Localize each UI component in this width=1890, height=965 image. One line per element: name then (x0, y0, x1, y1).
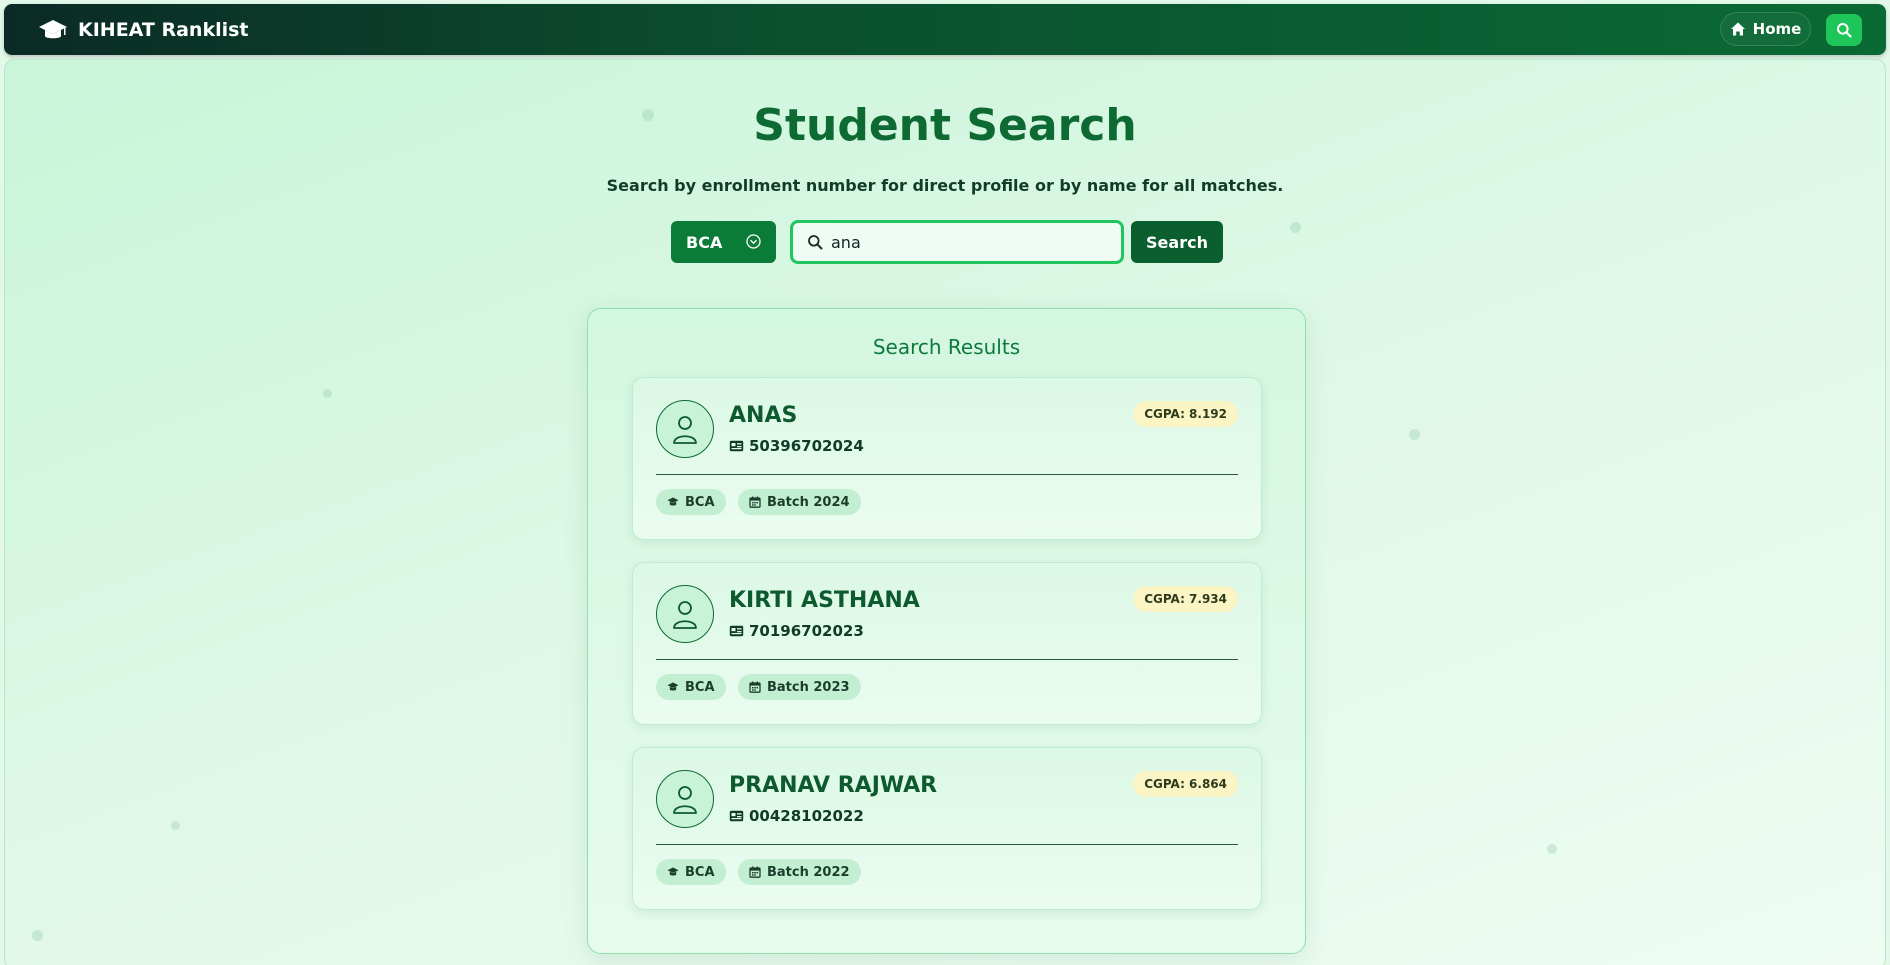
enrollment-value: 70196702023 (749, 622, 864, 640)
graduation-cap-icon (667, 497, 679, 506)
top-navbar: KIHEAT Ranklist Home (4, 4, 1886, 55)
graduation-cap-icon (39, 20, 67, 39)
course-tag: BCA (656, 489, 726, 515)
search-input[interactable] (831, 232, 1091, 252)
search-icon (808, 235, 823, 250)
cgpa-badge: CGPA: 8.192 (1133, 401, 1238, 427)
card-divider (656, 659, 1238, 660)
enrollment-value: 00428102022 (749, 807, 864, 825)
student-name: ANAS (729, 403, 798, 428)
enrollment-value: 50396702024 (749, 437, 864, 455)
course-tag-label: BCA (685, 864, 715, 880)
batch-tag: Batch 2022 (738, 859, 861, 885)
user-icon (673, 786, 697, 814)
search-field[interactable] (790, 220, 1124, 264)
card-divider (656, 844, 1238, 845)
avatar (656, 400, 714, 458)
course-select-value: BCA (686, 232, 723, 252)
id-card-icon (729, 810, 744, 822)
search-button[interactable]: Search (1131, 221, 1223, 263)
cgpa-badge: CGPA: 7.934 (1133, 586, 1238, 612)
results-panel: Search Results ANAS 50396702024 CGPA: 8.… (587, 308, 1306, 954)
graduation-cap-icon (667, 682, 679, 691)
home-label: Home (1752, 20, 1802, 38)
card-divider (656, 474, 1238, 475)
home-button[interactable]: Home (1720, 12, 1811, 46)
student-card[interactable]: PRANAV RAJWAR 00428102022 CGPA: 6.864 BC… (632, 747, 1262, 910)
results-title: Search Results (872, 335, 1021, 359)
batch-tag: Batch 2024 (738, 489, 861, 515)
enrollment-number: 50396702024 (729, 437, 864, 455)
course-select[interactable]: BCA (671, 221, 776, 263)
page-title: Student Search (753, 100, 1137, 151)
brand-link[interactable]: KIHEAT Ranklist (38, 17, 249, 43)
cgpa-badge: CGPA: 6.864 (1133, 771, 1238, 797)
batch-tag-label: Batch 2022 (767, 864, 850, 880)
student-card[interactable]: ANAS 50396702024 CGPA: 8.192 BCA Batch 2… (632, 377, 1262, 540)
nav-search-button[interactable] (1826, 14, 1862, 46)
home-icon (1730, 22, 1745, 36)
user-icon (673, 601, 697, 629)
enrollment-number: 00428102022 (729, 807, 864, 825)
course-tag: BCA (656, 674, 726, 700)
batch-tag: Batch 2023 (738, 674, 861, 700)
brand-title: KIHEAT Ranklist (78, 19, 249, 41)
calendar-icon (749, 681, 761, 693)
avatar (656, 585, 714, 643)
student-name: PRANAV RAJWAR (729, 773, 938, 798)
batch-tag-label: Batch 2023 (767, 679, 850, 695)
avatar (656, 770, 714, 828)
course-tag-label: BCA (685, 679, 715, 695)
id-card-icon (729, 440, 744, 452)
search-icon (1837, 23, 1852, 38)
course-tag: BCA (656, 859, 726, 885)
student-name: KIRTI ASTHANA (729, 588, 920, 613)
id-card-icon (729, 625, 744, 637)
user-icon (673, 416, 697, 444)
graduation-cap-icon (667, 867, 679, 876)
page-subtitle: Search by enrollment number for direct p… (606, 176, 1284, 195)
calendar-icon (749, 866, 761, 878)
calendar-icon (749, 496, 761, 508)
batch-tag-label: Batch 2024 (767, 494, 850, 510)
chevron-circle-down-icon (746, 234, 761, 249)
enrollment-number: 70196702023 (729, 622, 864, 640)
student-card[interactable]: KIRTI ASTHANA 70196702023 CGPA: 7.934 BC… (632, 562, 1262, 725)
course-tag-label: BCA (685, 494, 715, 510)
